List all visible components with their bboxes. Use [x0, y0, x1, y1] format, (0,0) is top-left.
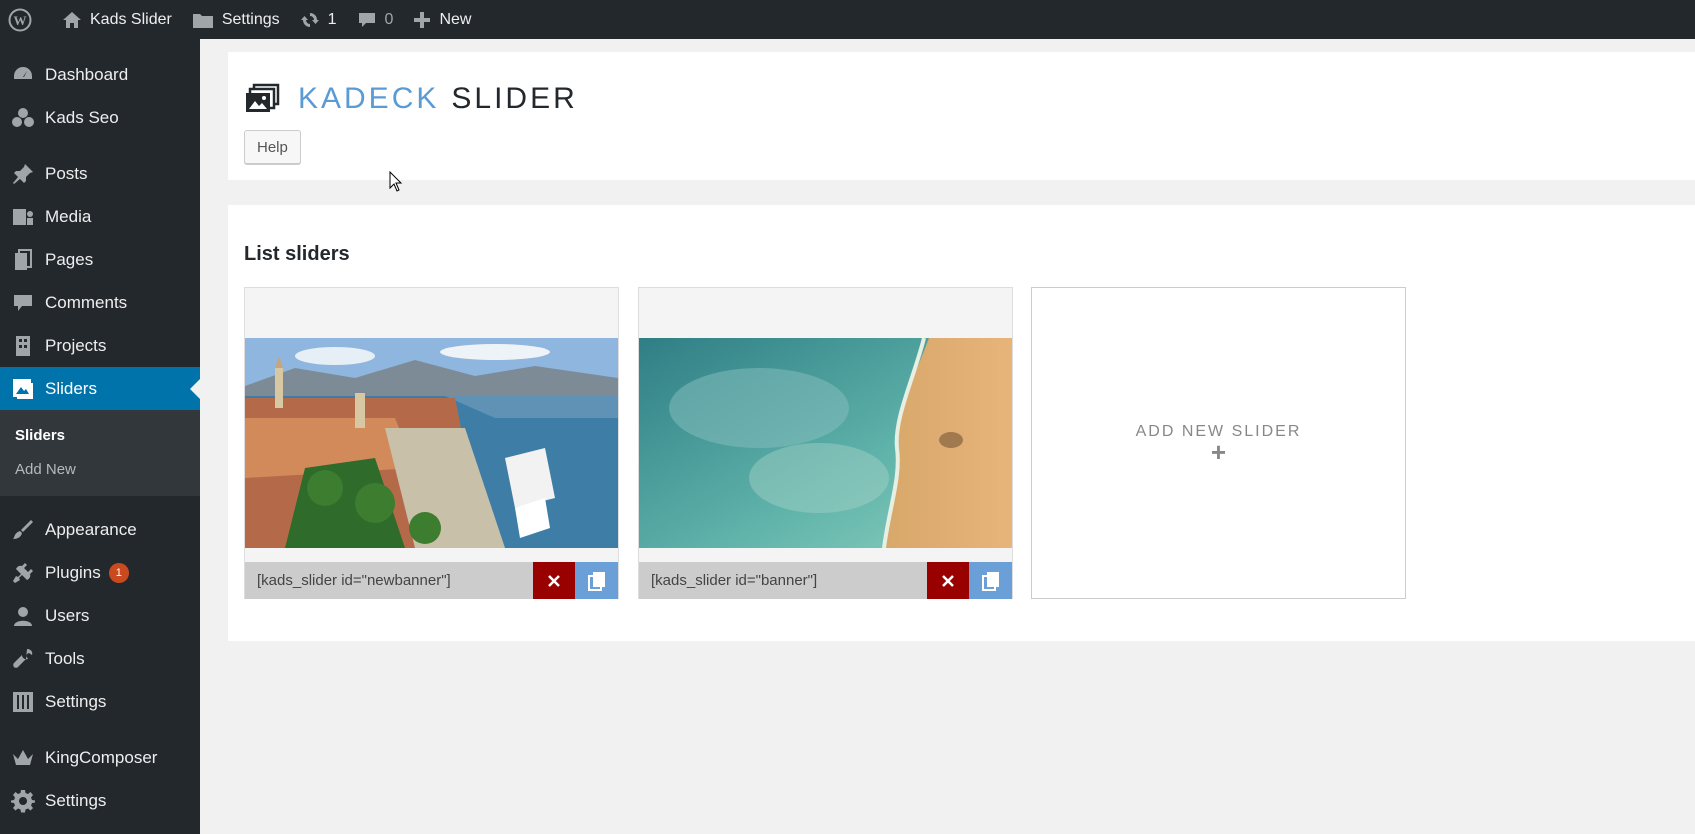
dashboard-icon — [14, 66, 32, 79]
menu-item-kingcomposer[interactable]: KingComposer — [0, 736, 200, 779]
menu-item-media[interactable]: Media — [0, 195, 200, 238]
menu-label: Posts — [45, 163, 88, 183]
paintbrush-icon — [13, 519, 33, 539]
menu-item-settings[interactable]: Settings — [0, 680, 200, 723]
menu-item-comments[interactable]: Comments — [0, 281, 200, 324]
menu-label: Comments — [45, 292, 128, 312]
menu-item-appearance[interactable]: Appearance — [0, 508, 200, 551]
pushpin-icon — [13, 163, 33, 184]
menu-item-kads-seo[interactable]: Kads Seo — [0, 96, 200, 139]
copy-shortcode-button[interactable] — [575, 562, 618, 599]
updates-link[interactable]: 1 — [290, 0, 347, 39]
slider-card-footer: [kads_slider id="newbanner"] — [245, 562, 618, 599]
menu-label: Kads Seo — [45, 107, 119, 127]
slider-card: [kads_slider id="banner"] — [638, 287, 1013, 599]
menu-item-sliders[interactable]: Sliders — [0, 367, 200, 410]
close-icon — [942, 574, 954, 587]
slider-list-panel: List sliders [kads_slider id="newbanner"… — [228, 205, 1695, 641]
menu-item-posts[interactable]: Posts — [0, 152, 200, 195]
menu-label: Plugins — [45, 562, 101, 582]
plug-icon — [13, 562, 33, 583]
plus-icon — [414, 11, 431, 28]
brand-text-light: KADECK — [298, 82, 440, 115]
comments-link[interactable]: 0 — [347, 0, 404, 39]
seo-icon — [12, 107, 34, 127]
comments-count: 0 — [384, 10, 394, 28]
list-title: List sliders — [244, 243, 350, 265]
menu-item-pages[interactable]: Pages — [0, 238, 200, 281]
menu-label: Settings — [45, 790, 107, 810]
beach-aerial-photo — [639, 338, 1012, 548]
harbor-town-photo — [245, 338, 618, 548]
copy-icon — [981, 571, 999, 591]
menu-item-plugins[interactable]: Plugins 1 — [0, 551, 200, 594]
menu-label: KingComposer — [45, 747, 158, 767]
sliders-settings-icon — [13, 691, 33, 712]
admin-menu: Dashboard Kads Seo Posts Media Pages Com… — [0, 39, 200, 834]
plugin-brand: KADECK SLIDER — [244, 82, 578, 116]
sliders-submenu: Sliders Add New — [0, 410, 200, 496]
menu-item-settings-2[interactable]: Settings — [0, 779, 200, 822]
plugin-header-panel: KADECK SLIDER Help — [228, 52, 1695, 180]
folder-icon — [192, 13, 213, 28]
pages-icon — [15, 248, 32, 270]
delete-slider-button[interactable] — [533, 562, 575, 599]
menu-label: Dashboard — [45, 64, 129, 84]
plus-icon: + — [1210, 437, 1227, 467]
crown-icon — [13, 749, 33, 765]
submenu-item-add-new[interactable]: Add New — [0, 452, 200, 486]
user-icon — [14, 606, 32, 626]
admin-bar: W Kads Slider Settings 1 0 New — [0, 0, 1695, 39]
menu-item-users[interactable]: Users — [0, 594, 200, 637]
updates-icon — [300, 12, 319, 27]
comment-bubble-icon — [358, 12, 375, 27]
slider-card-footer: [kads_slider id="banner"] — [639, 562, 1012, 599]
svg-text:W: W — [14, 13, 27, 28]
close-icon — [548, 574, 560, 587]
media-icon — [13, 208, 33, 225]
comment-icon — [14, 294, 32, 311]
copy-shortcode-button[interactable] — [969, 562, 1012, 599]
brand-text-dark: SLIDER — [451, 82, 578, 115]
slider-shortcode[interactable]: [kads_slider id="newbanner"] — [245, 572, 533, 589]
slider-thumbnail[interactable] — [245, 338, 618, 548]
menu-item-dashboard[interactable]: Dashboard — [0, 53, 200, 96]
menu-item-tools[interactable]: Tools — [0, 637, 200, 680]
menu-label: Pages — [45, 249, 94, 269]
slider-thumbnail[interactable] — [639, 338, 1012, 548]
add-new-slider-card[interactable]: ADD NEW SLIDER + — [1031, 287, 1406, 599]
wordpress-icon: W — [8, 8, 32, 31]
menu-label: Settings — [45, 691, 107, 711]
delete-slider-button[interactable] — [927, 562, 969, 599]
copy-icon — [587, 571, 605, 591]
submenu-item-sliders[interactable]: Sliders — [0, 418, 200, 452]
menu-label: Projects — [45, 335, 107, 355]
slider-icon — [13, 378, 33, 399]
new-label: New — [439, 10, 472, 28]
site-name-link[interactable]: Kads Slider — [52, 0, 182, 39]
updates-count: 1 — [327, 10, 337, 28]
help-button[interactable]: Help — [244, 130, 301, 164]
settings-link[interactable]: Settings — [182, 0, 290, 39]
menu-label: Appearance — [45, 519, 137, 539]
gear-icon — [11, 789, 35, 812]
slider-gallery-icon — [246, 83, 280, 112]
home-icon — [63, 11, 81, 28]
new-content-link[interactable]: New — [403, 0, 481, 39]
settings-label: Settings — [221, 10, 280, 28]
mouse-cursor-icon — [389, 171, 403, 192]
slider-card: [kads_slider id="newbanner"] — [244, 287, 619, 599]
slider-shortcode[interactable]: [kads_slider id="banner"] — [639, 572, 927, 589]
wrench-icon — [13, 648, 33, 668]
menu-label: Tools — [45, 648, 85, 668]
menu-label: Users — [45, 605, 90, 625]
menu-label: Sliders — [45, 378, 97, 398]
menu-item-projects[interactable]: Projects — [0, 324, 200, 367]
plugins-update-badge: 1 — [108, 562, 129, 583]
site-name: Kads Slider — [90, 10, 172, 28]
building-icon — [16, 335, 30, 356]
menu-label: Media — [45, 206, 92, 226]
wordpress-logo-icon[interactable]: W — [0, 0, 52, 39]
